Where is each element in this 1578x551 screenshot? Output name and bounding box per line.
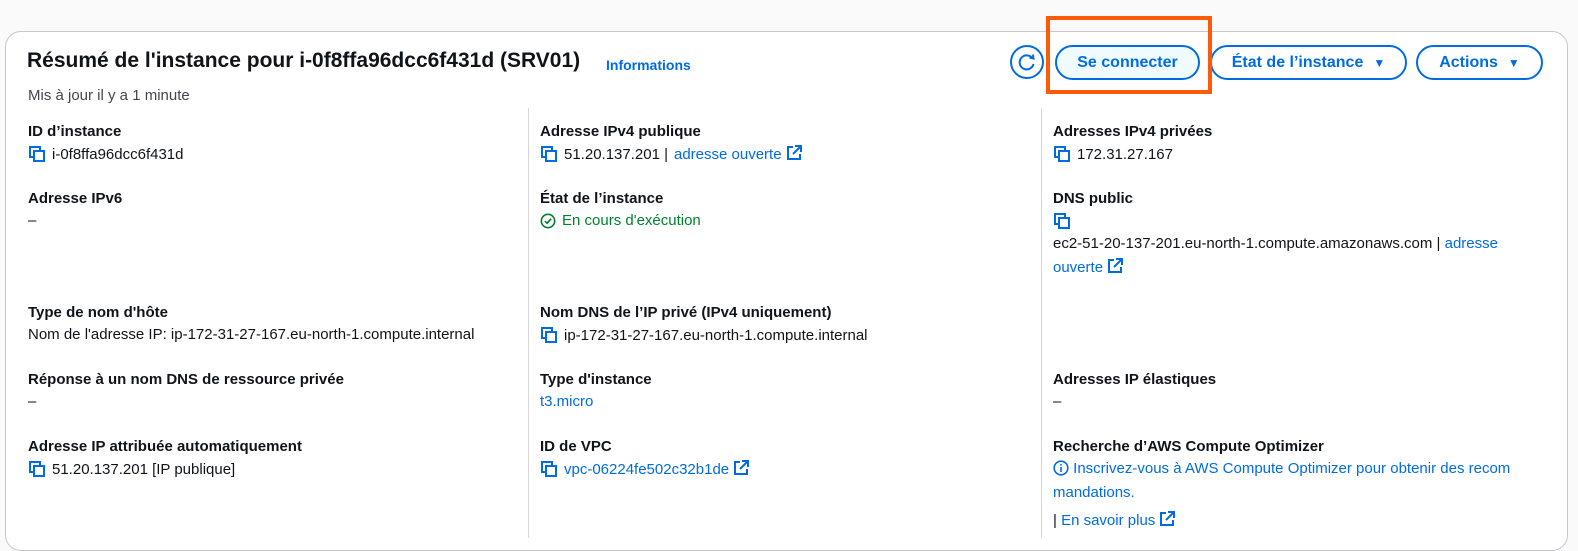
field-value: – [28, 393, 37, 410]
field-value: 172.31.27.167 [1077, 145, 1173, 163]
field-label: ID de VPC [540, 438, 612, 455]
field-elastic-ip: Adresses IP élastiques – [1053, 371, 1216, 410]
field-value: ip-172-31-27-167.eu-north-1.compute.inte… [564, 326, 868, 344]
field-instance-id: ID d’instance i-0f8ffa96dcc6f431d [28, 123, 184, 163]
copy-icon[interactable] [28, 460, 46, 478]
field-public-dns: DNS public ec2-51-20-137-201.eu-north-1.… [1053, 190, 1553, 280]
field-label: Adresses IPv4 privées [1053, 123, 1213, 140]
instance-state-label: État de l’instance [1231, 53, 1364, 71]
external-link-icon [786, 145, 802, 160]
field-private-ipv4: Adresses IPv4 privées 172.31.27.167 [1053, 123, 1212, 163]
field-value: – [1053, 393, 1062, 410]
copy-icon[interactable] [1053, 145, 1071, 163]
field-value: 51.20.137.201 | [564, 145, 668, 163]
info-icon [1053, 460, 1069, 476]
field-vpc-id: ID de VPC vpc-06224fe502c32b1de [540, 438, 750, 478]
field-value: 51.20.137.201 [IP publique] [52, 460, 236, 478]
field-label: Adresses IP élastiques [1053, 371, 1217, 388]
caret-down-icon: ▼ [1507, 55, 1520, 70]
field-private-dns-name: Nom DNS de l’IP privé (IPv4 uniquement) … [540, 304, 868, 344]
instance-state-dropdown[interactable]: État de l’instance ▼ [1210, 45, 1407, 80]
field-label: Type de nom d'hôte [28, 304, 168, 321]
caret-down-icon: ▼ [1373, 55, 1386, 70]
field-label: État de l’instance [540, 190, 664, 207]
field-instance-state: État de l’instance En cours d'exécution [540, 190, 701, 229]
open-address-link[interactable]: adresse [1445, 235, 1498, 252]
copy-icon[interactable] [1053, 212, 1071, 230]
field-compute-optimizer: Recherche d’AWS Compute Optimizer Inscri… [1053, 438, 1553, 529]
open-address-link[interactable]: adresse ouverte [674, 145, 802, 163]
highlight-box [1046, 16, 1212, 94]
vpc-link[interactable]: vpc-06224fe502c32b1de [564, 460, 750, 478]
external-link-icon [734, 460, 750, 475]
instance-type-link[interactable]: t3.micro [540, 393, 593, 410]
page-title: Résumé de l'instance pour i-0f8ffa96dcc6… [27, 49, 581, 72]
field-ipv6: Adresse IPv6 – [28, 190, 122, 229]
field-value: – [28, 212, 37, 229]
actions-dropdown[interactable]: Actions ▼ [1416, 45, 1543, 80]
field-value: ec2-51-20-137-201.eu-north-1.compute.ama… [1053, 235, 1441, 252]
copy-icon[interactable] [28, 145, 46, 163]
field-label: Adresse IPv6 [28, 190, 123, 207]
check-circle-icon [540, 213, 556, 228]
actions-label: Actions [1439, 53, 1498, 71]
field-label: Adresse IP attribuée automatiquement [28, 438, 302, 455]
copy-icon[interactable] [540, 460, 558, 478]
field-label: Nom DNS de l’IP privé (IPv4 uniquement) [540, 304, 832, 321]
compute-optimizer-link-cont[interactable]: mandations. [1053, 484, 1135, 501]
copy-icon[interactable] [540, 145, 558, 163]
field-label: Recherche d’AWS Compute Optimizer [1053, 438, 1324, 455]
external-link-icon [1160, 511, 1176, 526]
compute-optimizer-link[interactable]: Inscrivez-vous à AWS Compute Optimizer p… [1073, 460, 1510, 477]
field-public-ipv4: Adresse IPv4 publique 51.20.137.201 | ad… [540, 123, 802, 163]
field-instance-type: Type d'instance t3.micro [540, 371, 652, 410]
info-link[interactable]: Informations [606, 57, 691, 73]
external-link-icon [1108, 258, 1124, 273]
field-private-dns-response: Réponse à un nom DNS de ressource privée… [28, 371, 344, 410]
field-hostname-type: Type de nom d'hôte Nom de l'adresse IP: … [28, 304, 474, 343]
column-divider [528, 108, 529, 538]
separator: | [1053, 512, 1057, 529]
last-updated-text: Mis à jour il y a 1 minute [28, 87, 190, 104]
field-auto-ip: Adresse IP attribuée automatiquement 51.… [28, 438, 302, 478]
refresh-icon [1018, 54, 1035, 71]
field-label: Réponse à un nom DNS de ressource privée [28, 371, 344, 388]
column-divider [1041, 108, 1042, 538]
field-label: Adresse IPv4 publique [540, 123, 701, 140]
status-running: En cours d'exécution [562, 212, 701, 229]
learn-more-link[interactable]: En savoir plus [1061, 511, 1176, 529]
refresh-button[interactable] [1010, 45, 1044, 79]
field-value: i-0f8ffa96dcc6f431d [52, 145, 184, 163]
copy-icon[interactable] [540, 326, 558, 344]
field-label: DNS public [1053, 190, 1134, 207]
field-label: Type d'instance [540, 371, 652, 388]
field-label: ID d’instance [28, 123, 122, 140]
field-value: Nom de l'adresse IP: ip-172-31-27-167.eu… [28, 326, 475, 343]
open-address-link-cont[interactable]: ouverte [1053, 258, 1124, 276]
